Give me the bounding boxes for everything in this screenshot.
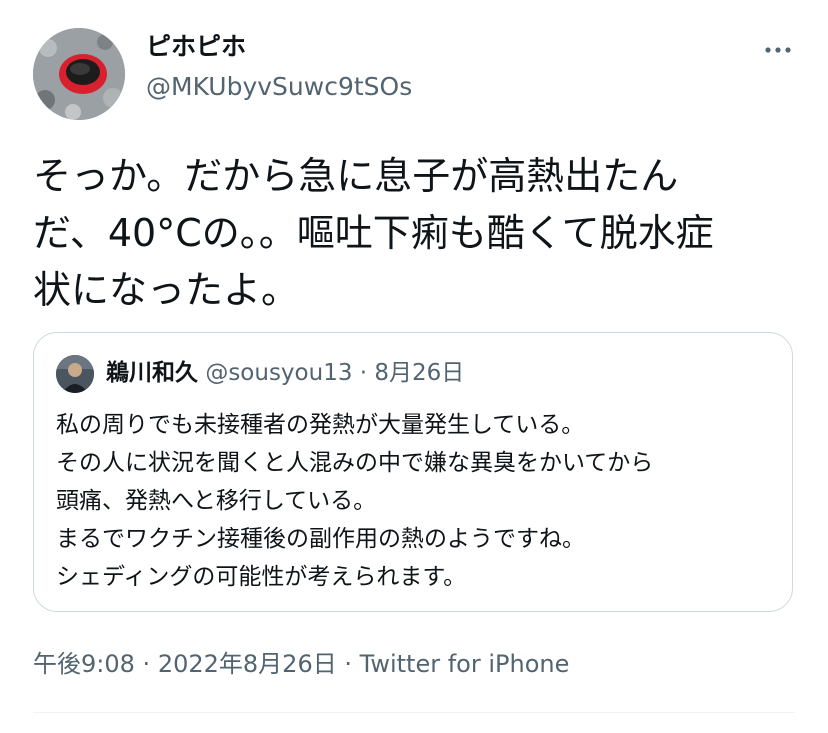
quoted-tweet-text: 私の周りでも未接種者の発熱が大量発生している。 その人に状況を聞くと人混みの中で… [56,406,653,596]
quoted-text-line: 頭痛、発熱へと移行している。 [56,488,377,514]
footer-separator: · [344,650,352,678]
quoted-tweet-card[interactable]: 鵜川和久 @sousyou13 · 8月26日 私の周りでも未接種者の発熱が大量… [33,332,793,612]
avatar-photo-icon [33,28,125,120]
tweet-footer: 午後9:08 · 2022年8月26日 · Twitter for iPhone [33,645,569,683]
quoted-author-avatar[interactable] [56,355,94,393]
tweet-text-line: そっか。だから急に息子が高熱出たん [33,154,679,198]
quoted-text-line: まるでワクチン接種後の副作用の熱のようですね。 [56,526,585,552]
divider [33,712,795,713]
tweet-time[interactable]: 午後9:08 [33,650,135,678]
footer-separator: · [142,650,151,678]
author-display-name[interactable]: ピホピホ [146,30,246,64]
tweet-text: そっか。だから急に息子が高熱出たん だ、40°Cの。。嘔吐下痢も酷くて脱水症 状… [33,148,803,319]
quoted-author-name[interactable]: 鵜川和久 [106,360,198,386]
author-avatar[interactable] [33,28,125,120]
author-handle[interactable]: @MKUbyvSuwc9tSOs [146,70,412,104]
tweet-text-line: 状になったよ。 [33,268,300,312]
quoted-author-handle[interactable]: @sousyou13 [205,360,352,386]
quoted-avatar-photo-icon [56,355,94,393]
quoted-text-line: 私の周りでも未接種者の発熱が大量発生している。 [56,412,585,438]
quoted-text-line: シェディングの可能性が考えられます。 [56,564,467,590]
quoted-tweet-header: 鵜川和久 @sousyou13 · 8月26日 [106,355,464,391]
more-options-button[interactable] [758,36,798,64]
quoted-text-line: その人に状況を聞くと人混みの中で嫌な異臭をかいてから [56,450,654,476]
tweet-date[interactable]: 2022年8月26日 [158,650,337,678]
tweet-source-link[interactable]: Twitter for iPhone [360,650,570,678]
quoted-date[interactable]: 8月26日 [374,360,464,386]
more-horizontal-icon [765,47,791,53]
tweet-text-line: だ、40°Cの。。嘔吐下痢も酷くて脱水症 [33,211,714,255]
quoted-separator: · [359,360,368,386]
